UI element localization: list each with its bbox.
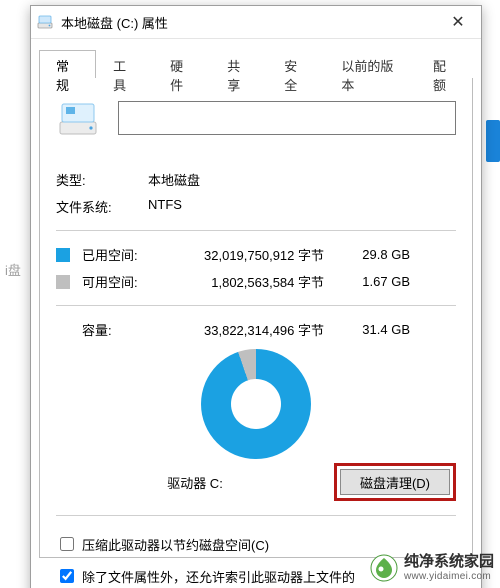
highlight-frame: 磁盘清理(D) (334, 463, 456, 501)
disk-cleanup-button[interactable]: 磁盘清理(D) (340, 469, 450, 495)
close-icon: ✕ (451, 12, 464, 32)
free-label: 可用空间: (82, 272, 154, 291)
volume-label-input[interactable] (118, 101, 456, 135)
filesystem-value: NTFS (148, 197, 456, 216)
drive-icon (37, 14, 53, 30)
free-swatch-icon (56, 275, 70, 289)
tab-panel-general: 类型: 本地磁盘 文件系统: NTFS 已用空间: 32,019,750,912… (39, 78, 473, 558)
used-swatch-icon (56, 248, 70, 262)
tab-general[interactable]: 常规 (39, 50, 96, 78)
divider (56, 305, 456, 306)
watermark: 纯净系统家园 www.yidaimei.com (370, 554, 494, 582)
usage-pie-chart (201, 349, 311, 459)
index-checkbox[interactable] (60, 569, 74, 583)
watermark-logo-icon (370, 554, 398, 582)
index-label: 除了文件属性外，还允许索引此驱动器上文件的 (82, 567, 355, 586)
compress-checkbox-row[interactable]: 压缩此驱动器以节约磁盘空间(C) (56, 534, 456, 554)
background-text: i盘 (5, 260, 21, 279)
tab-hardware[interactable]: 硬件 (153, 50, 210, 78)
tab-security[interactable]: 安全 (267, 50, 324, 78)
capacity-gb: 31.4 GB (346, 322, 410, 337)
watermark-url: www.yidaimei.com (404, 571, 494, 582)
background-accent (486, 120, 500, 162)
type-value: 本地磁盘 (148, 170, 456, 189)
drive-large-icon (56, 96, 100, 140)
filesystem-label: 文件系统: (56, 197, 148, 216)
used-label: 已用空间: (82, 245, 154, 264)
titlebar: 本地磁盘 (C:) 属性 ✕ (31, 6, 481, 39)
used-gb: 29.8 GB (346, 247, 410, 262)
drive-letter-label: 驱动器 C: (56, 473, 334, 492)
tab-strip: 常规 工具 硬件 共享 安全 以前的版本 配额 (39, 49, 473, 78)
free-bytes: 1,802,563,584 字节 (154, 272, 346, 291)
window-title: 本地磁盘 (C:) 属性 (61, 13, 441, 32)
tab-sharing[interactable]: 共享 (210, 50, 267, 78)
type-label: 类型: (56, 170, 148, 189)
capacity-label: 容量: (82, 320, 154, 339)
properties-dialog: 本地磁盘 (C:) 属性 ✕ 常规 工具 硬件 共享 安全 以前的版本 配额 (30, 5, 482, 588)
tab-previous-versions[interactable]: 以前的版本 (324, 50, 416, 78)
divider (56, 515, 456, 516)
watermark-text: 纯净系统家园 (404, 554, 494, 571)
free-gb: 1.67 GB (346, 274, 410, 289)
close-button[interactable]: ✕ (441, 10, 475, 34)
compress-label: 压缩此驱动器以节约磁盘空间(C) (82, 535, 269, 554)
tab-tools[interactable]: 工具 (96, 50, 153, 78)
divider (56, 230, 456, 231)
compress-checkbox[interactable] (60, 537, 74, 551)
tab-quota[interactable]: 配额 (416, 50, 473, 78)
capacity-bytes: 33,822,314,496 字节 (154, 320, 346, 339)
used-bytes: 32,019,750,912 字节 (154, 245, 346, 264)
